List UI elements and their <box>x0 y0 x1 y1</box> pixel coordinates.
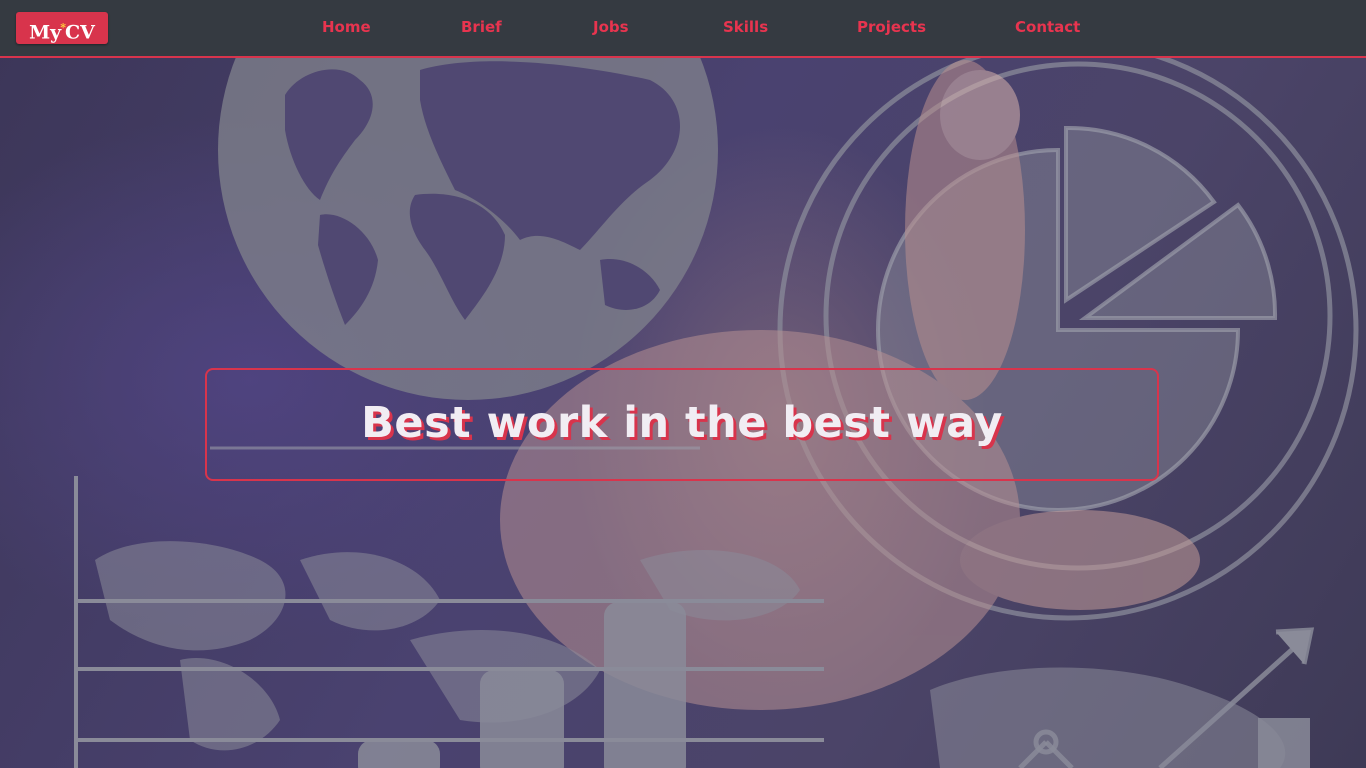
logo[interactable]: My*CV <box>16 12 108 44</box>
logo-text-right: CV <box>64 21 95 44</box>
hero-headline: Best work in the best way <box>361 398 1003 448</box>
headline-banner: Best work in the best way <box>205 368 1159 481</box>
nav-skills[interactable]: Skills <box>723 18 768 36</box>
top-nav-bar: My*CV Home Brief Jobs Skills Projects Co… <box>0 0 1366 58</box>
nav-brief[interactable]: Brief <box>461 18 502 36</box>
logo-text-left: My <box>29 21 62 44</box>
nav-jobs[interactable]: Jobs <box>593 18 629 36</box>
globe-graphic <box>218 0 718 400</box>
nav-home[interactable]: Home <box>322 18 371 36</box>
nav-contact[interactable]: Contact <box>1015 18 1080 36</box>
nav-projects[interactable]: Projects <box>857 18 926 36</box>
